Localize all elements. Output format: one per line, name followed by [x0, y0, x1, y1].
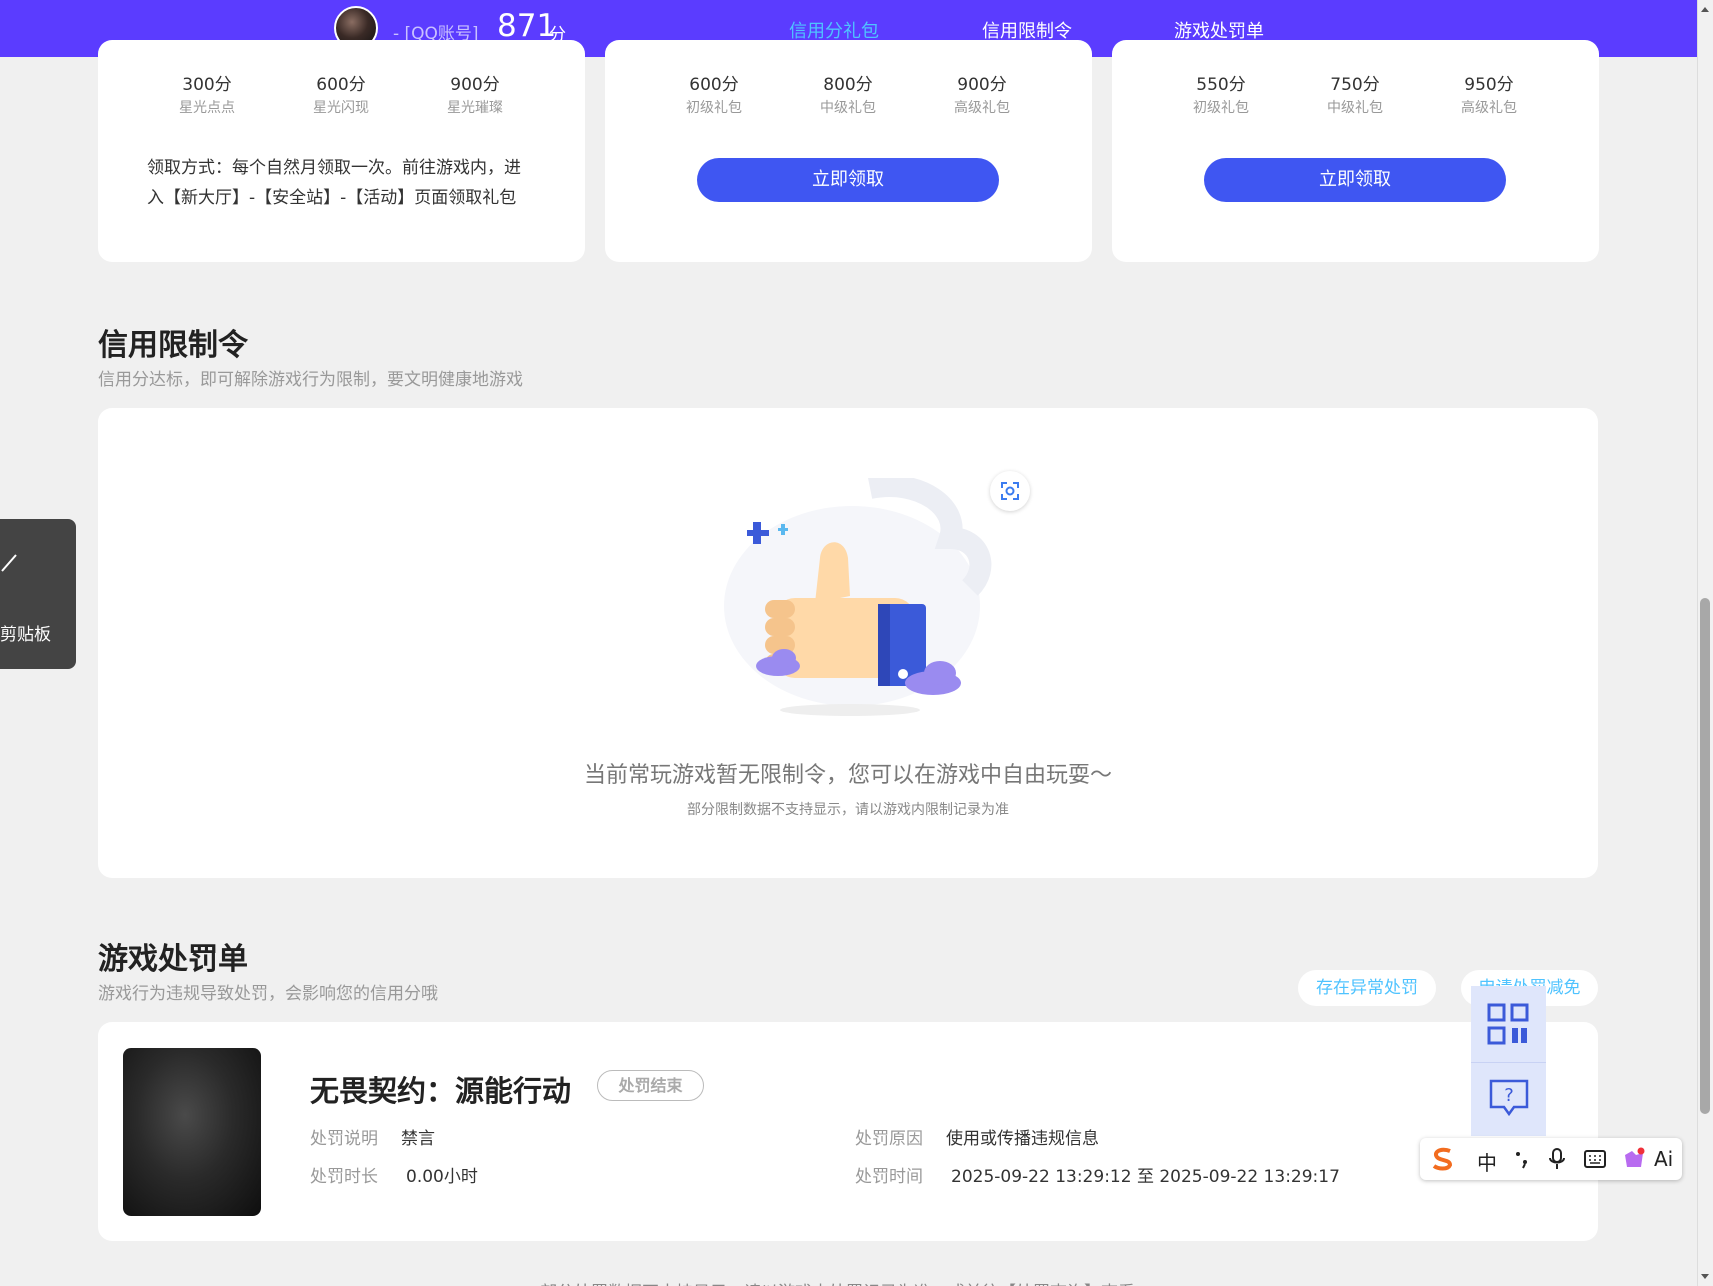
help-feedback-icon[interactable]: ? [1488, 1078, 1530, 1118]
ai-assistant-button[interactable]: Ai [1654, 1147, 1673, 1171]
svg-text:?: ? [1504, 1085, 1514, 1106]
tier-value: 600分 [689, 75, 739, 95]
tier-value: 300分 [182, 75, 232, 95]
tier-value: 950分 [1464, 75, 1514, 95]
game-thumbnail [123, 1048, 261, 1216]
abnormal-penalty-button[interactable]: 存在异常处罚 [1298, 970, 1436, 1006]
claim-button[interactable]: 立即领取 [697, 158, 999, 202]
section-subtitle-restriction: 信用分达标，即可解除游戏行为限制，要文明健康地游戏 [98, 370, 523, 390]
scrollbar-thumb[interactable] [1700, 598, 1710, 1114]
penalty-desc-label: 处罚说明 [310, 1129, 378, 1149]
penalty-duration-value: 0.00小时 [406, 1167, 478, 1187]
tier-name: 初级礼包 [1193, 100, 1249, 116]
scroll-down-arrow-icon[interactable] [1699, 1272, 1711, 1282]
tier-name: 高级礼包 [1461, 100, 1517, 116]
sogou-logo-icon [1432, 1147, 1453, 1171]
skin-icon[interactable] [1622, 1147, 1646, 1171]
clipboard-widget[interactable] [0, 519, 76, 669]
penalty-reason-value: 使用或传播违规信息 [946, 1129, 1099, 1149]
keyboard-icon[interactable] [1584, 1149, 1606, 1169]
status-badge: 处罚结束 [597, 1070, 704, 1101]
floating-tool-panel: ? [1471, 986, 1546, 1136]
tier-name: 中级礼包 [1327, 100, 1383, 116]
scan-icon [1001, 482, 1019, 500]
scroll-up-arrow-icon[interactable] [1699, 4, 1711, 14]
thumbs-up-illustration [724, 478, 992, 716]
claim-button[interactable]: 立即领取 [1204, 158, 1506, 202]
tier-value: 800分 [823, 75, 873, 95]
tier-name: 高级礼包 [954, 100, 1010, 116]
section-title-penalty: 游戏处罚单 [98, 942, 248, 977]
tier-name: 初级礼包 [686, 100, 742, 116]
penalty-reason-label: 处罚原因 [855, 1129, 923, 1149]
section-title-restriction: 信用限制令 [98, 328, 248, 363]
ime-lang-toggle[interactable]: 中 [1477, 1147, 1497, 1176]
tier-value: 600分 [316, 75, 366, 95]
punctuation-icon[interactable] [1513, 1150, 1531, 1170]
panel-divider [1471, 1062, 1546, 1063]
claim-instructions: 领取方式：每个自然月领取一次。前往游戏内，进 入【新大厅】-【安全站】-【活动】… [147, 158, 521, 208]
tier-value: 900分 [450, 75, 500, 95]
clipboard-label: 剪贴板 [0, 625, 51, 645]
tier-value: 750分 [1330, 75, 1380, 95]
penalty-time-value: 2025-09-22 13:29:12 至 2025-09-22 13:29:1… [951, 1167, 1340, 1187]
footer-note: 部分处罚数据不支持显示，请以游戏内处罚记录为准，或前往【处罚查询】查看 [540, 1278, 1135, 1286]
tier-name: 中级礼包 [820, 100, 876, 116]
penalty-desc-value: 禁言 [401, 1129, 435, 1149]
qr-code-icon[interactable] [1487, 1003, 1529, 1045]
microphone-icon[interactable] [1548, 1148, 1566, 1170]
penalty-duration-label: 处罚时长 [310, 1167, 378, 1187]
tier-value: 550分 [1196, 75, 1246, 95]
game-name: 无畏契约：源能行动 [310, 1074, 572, 1108]
pen-icon [1, 554, 17, 572]
tier-value: 900分 [957, 75, 1007, 95]
empty-state-subtext: 部分限制数据不支持显示，请以游戏内限制记录为准 [687, 802, 1009, 818]
tier-name: 星光璀璨 [447, 100, 503, 116]
credit-score: 871 [497, 8, 557, 44]
scan-button[interactable] [990, 471, 1030, 511]
tier-name: 星光点点 [179, 100, 235, 116]
section-subtitle-penalty: 游戏行为违规导致处罚，会影响您的信用分哦 [98, 984, 438, 1004]
tier-name: 星光闪现 [313, 100, 369, 116]
ime-toolbar[interactable]: 中 Ai [1420, 1138, 1682, 1180]
empty-state-text: 当前常玩游戏暂无限制令，您可以在游戏中自由玩耍～ [583, 763, 1112, 788]
penalty-time-label: 处罚时间 [855, 1167, 923, 1187]
